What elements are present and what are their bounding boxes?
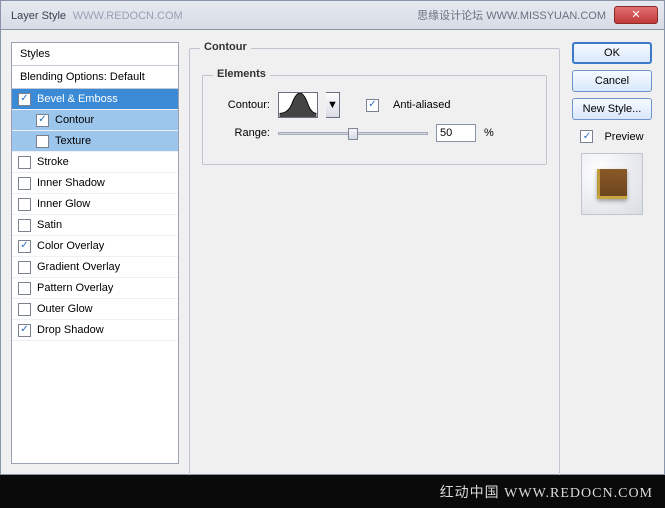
style-item-label: Drop Shadow <box>37 324 104 336</box>
style-item-outer-glow[interactable]: Outer Glow <box>12 299 178 320</box>
style-checkbox[interactable] <box>18 93 31 106</box>
elements-group-title: Elements <box>213 68 270 80</box>
style-item-drop-shadow[interactable]: Drop Shadow <box>12 320 178 341</box>
preview-swatch <box>581 153 643 215</box>
contour-group-title: Contour <box>200 41 251 53</box>
preview-row: Preview <box>580 130 643 143</box>
style-item-satin[interactable]: Satin <box>12 215 178 236</box>
style-item-label: Satin <box>37 219 62 231</box>
style-item-color-overlay[interactable]: Color Overlay <box>12 236 178 257</box>
style-item-contour[interactable]: Contour <box>12 110 178 131</box>
style-checkbox[interactable] <box>36 114 49 127</box>
contour-label: Contour: <box>215 99 270 111</box>
range-row: Range: % <box>215 124 534 142</box>
anti-aliased-checkbox[interactable] <box>366 99 379 112</box>
range-slider[interactable] <box>278 124 428 142</box>
watermark-right: 思缘设计论坛 WWW.MISSYUAN.COM <box>417 7 606 23</box>
style-item-label: Gradient Overlay <box>37 261 120 273</box>
range-input[interactable] <box>436 124 476 142</box>
style-checkbox[interactable] <box>18 156 31 169</box>
contour-group: Contour Elements Contour: ▼ Anti-aliased <box>189 48 560 488</box>
style-checkbox[interactable] <box>18 177 31 190</box>
contour-picker[interactable] <box>278 92 318 118</box>
style-checkbox[interactable] <box>18 219 31 232</box>
style-item-label: Bevel & Emboss <box>37 93 118 105</box>
style-item-label: Outer Glow <box>37 303 93 315</box>
style-item-pattern-overlay[interactable]: Pattern Overlay <box>12 278 178 299</box>
style-item-gradient-overlay[interactable]: Gradient Overlay <box>12 257 178 278</box>
close-icon: ✕ <box>631 9 640 21</box>
preview-label: Preview <box>604 131 643 143</box>
styles-header[interactable]: Styles <box>12 43 178 66</box>
cancel-button[interactable]: Cancel <box>572 70 652 92</box>
style-item-label: Inner Shadow <box>37 177 105 189</box>
style-checkbox[interactable] <box>18 198 31 211</box>
style-item-label: Contour <box>55 114 94 126</box>
style-checkbox[interactable] <box>18 240 31 253</box>
style-item-inner-glow[interactable]: Inner Glow <box>12 194 178 215</box>
contour-dropdown[interactable]: ▼ <box>326 92 340 118</box>
range-label: Range: <box>215 127 270 139</box>
ok-button[interactable]: OK <box>572 42 652 64</box>
close-button[interactable]: ✕ <box>614 6 658 24</box>
style-item-bevel-emboss[interactable]: Bevel & Emboss <box>12 89 178 110</box>
style-item-label: Color Overlay <box>37 240 104 252</box>
contour-row: Contour: ▼ Anti-aliased <box>215 92 534 118</box>
blending-options[interactable]: Blending Options: Default <box>12 66 178 89</box>
contour-curve-icon <box>279 93 317 117</box>
style-item-label: Pattern Overlay <box>37 282 113 294</box>
preview-checkbox[interactable] <box>580 130 593 143</box>
style-item-label: Texture <box>55 135 91 147</box>
style-checkbox[interactable] <box>36 135 49 148</box>
style-item-label: Stroke <box>37 156 69 168</box>
dialog-body: Styles Blending Options: Default Bevel &… <box>0 30 665 475</box>
style-item-label: Inner Glow <box>37 198 90 210</box>
style-checkbox[interactable] <box>18 261 31 274</box>
footer-watermark: 红动中国 WWW.REDOCN.COM <box>0 475 665 508</box>
window-title: Layer Style WWW.REDOCN.COM <box>11 8 417 22</box>
style-item-stroke[interactable]: Stroke <box>12 152 178 173</box>
slider-thumb[interactable] <box>348 128 358 140</box>
style-item-inner-shadow[interactable]: Inner Shadow <box>12 173 178 194</box>
style-checkbox[interactable] <box>18 324 31 337</box>
titlebar: Layer Style WWW.REDOCN.COM 思缘设计论坛 WWW.MI… <box>0 0 665 30</box>
new-style-button[interactable]: New Style... <box>572 98 652 120</box>
style-checkbox[interactable] <box>18 282 31 295</box>
elements-group: Elements Contour: ▼ Anti-aliased Range: <box>202 75 547 165</box>
styles-list: Styles Blending Options: Default Bevel &… <box>11 42 179 464</box>
anti-aliased-label: Anti-aliased <box>393 99 450 111</box>
chevron-down-icon: ▼ <box>327 99 338 111</box>
range-unit: % <box>484 127 494 139</box>
right-column: OK Cancel New Style... Preview <box>570 42 654 464</box>
settings-panel: Contour Elements Contour: ▼ Anti-aliased <box>189 42 560 464</box>
style-item-texture[interactable]: Texture <box>12 131 178 152</box>
style-checkbox[interactable] <box>18 303 31 316</box>
preview-cube-icon <box>597 169 627 199</box>
